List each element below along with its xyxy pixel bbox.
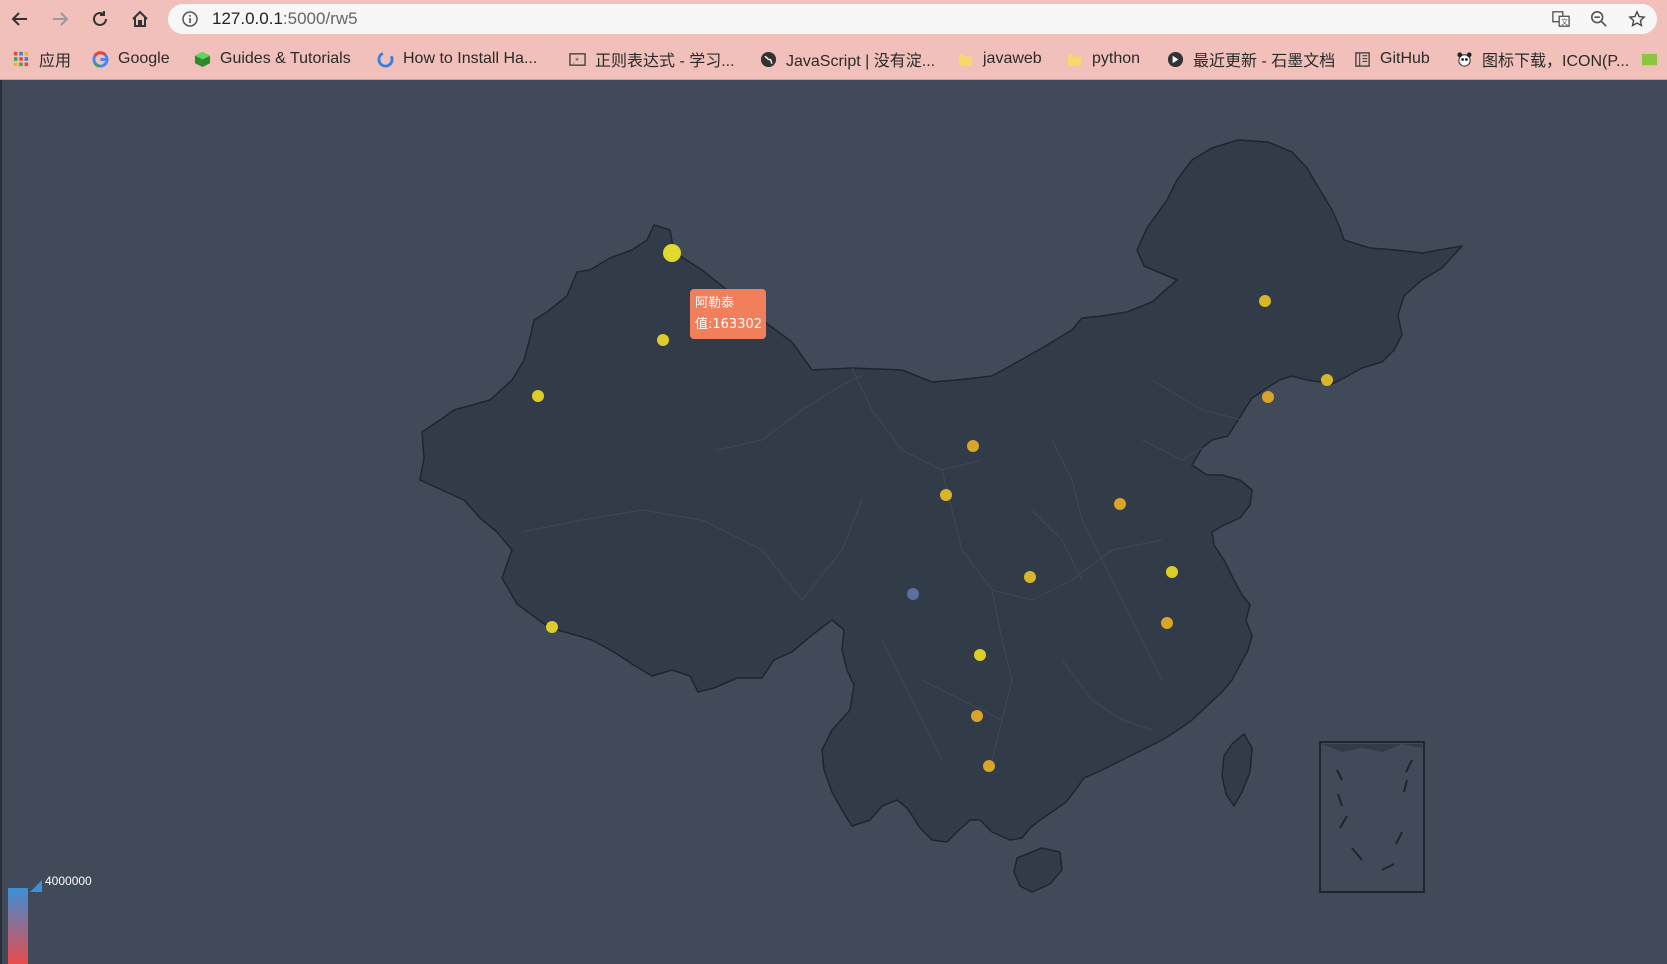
reload-button[interactable] <box>85 4 115 34</box>
taiwan <box>1221 733 1253 807</box>
tooltip-value: 值:163302 <box>695 317 763 332</box>
back-arrow-icon <box>11 12 27 26</box>
folder-icon <box>1065 50 1083 68</box>
bookmark-label: JavaScript | 没有淀... <box>786 53 936 70</box>
map-point[interactable] <box>1262 391 1274 403</box>
map-point[interactable] <box>546 621 558 633</box>
bookmark-install[interactable]: How to Install Ha... <box>376 47 537 71</box>
url-text[interactable]: 127.0.0.1:5000/rw5 <box>212 9 358 29</box>
map-point[interactable] <box>532 390 544 402</box>
south-china-sea-inset <box>1319 741 1425 893</box>
bookmark-overflow[interactable] <box>1640 47 1667 71</box>
bookmark-label: 应用 <box>39 53 72 70</box>
url-path: :5000/rw5 <box>282 9 358 28</box>
bookmark-guides[interactable]: Guides & Tutorials <box>193 47 351 71</box>
map-point[interactable] <box>657 334 669 346</box>
bookmark-regex[interactable]: .* 正则表达式 - 学习... <box>568 47 735 71</box>
map-point[interactable] <box>967 440 979 452</box>
bookmark-label: Google <box>118 50 170 67</box>
visual-map-gradient-bar[interactable] <box>8 888 28 964</box>
forward-button[interactable] <box>45 4 75 34</box>
map-tooltip: 阿勒泰 值:163302 <box>690 289 766 339</box>
translate-icon[interactable]: 文 <box>1551 9 1571 29</box>
panda-icon <box>1455 50 1473 68</box>
shimo-icon <box>1166 50 1184 68</box>
browser-chrome: 127.0.0.1:5000/rw5 文 应用 Google Guides & … <box>0 0 1667 80</box>
map-point[interactable] <box>1161 617 1173 629</box>
map-point[interactable] <box>940 489 952 501</box>
map-point[interactable] <box>1114 498 1126 510</box>
tooltip-name: 阿勒泰 <box>695 296 735 311</box>
bookmark-shimo[interactable]: 最近更新 - 石墨文档 <box>1166 47 1335 71</box>
reload-icon <box>93 11 107 26</box>
home-icon <box>132 10 148 27</box>
map-point[interactable] <box>1024 571 1036 583</box>
bookmark-label: How to Install Ha... <box>403 50 538 67</box>
back-button[interactable] <box>5 4 35 34</box>
bookmark-label: 图标下载，ICON(P... <box>1482 53 1630 70</box>
visual-map-handle-icon[interactable] <box>30 880 42 892</box>
bookmark-github[interactable]: GitHub <box>1353 47 1430 71</box>
bookmark-python[interactable]: python <box>1065 47 1140 71</box>
map-page: 阿勒泰 值:163302 4000000 <box>0 80 1667 964</box>
green-cube-icon <box>193 50 211 68</box>
url-host: 127.0.0.1 <box>212 9 283 28</box>
address-bar[interactable]: 127.0.0.1:5000/rw5 文 <box>168 4 1657 34</box>
bookmark-star-icon[interactable] <box>1627 9 1647 29</box>
map-point[interactable] <box>1166 566 1178 578</box>
hainan <box>1013 847 1063 893</box>
visual-map-max-label: 4000000 <box>45 874 92 888</box>
svg-text:.*: .* <box>572 56 578 65</box>
map-point[interactable] <box>974 649 986 661</box>
navigation-bar: 127.0.0.1:5000/rw5 文 <box>0 0 1667 38</box>
map-point[interactable] <box>1259 295 1271 307</box>
book-icon <box>1353 50 1371 68</box>
info-icon[interactable] <box>182 11 198 27</box>
map-point-aletai[interactable] <box>663 244 681 262</box>
map-point[interactable] <box>1321 374 1333 386</box>
green-square-icon <box>1640 50 1658 68</box>
china-map[interactable] <box>2 80 1667 964</box>
bookmarks-bar: 应用 Google Guides & Tutorials How to Inst… <box>0 42 1667 76</box>
google-icon <box>91 50 109 68</box>
regex-box-icon: .* <box>568 50 586 68</box>
bookmark-icon-download[interactable]: 图标下载，ICON(P... <box>1455 47 1629 71</box>
bookmark-apps[interactable]: 应用 <box>12 47 71 71</box>
apps-grid-icon <box>12 50 30 68</box>
bookmark-javascript[interactable]: JavaScript | 没有淀... <box>759 47 935 71</box>
folder-icon <box>956 50 974 68</box>
bookmark-label: Guides & Tutorials <box>220 50 351 67</box>
bookmark-label: GitHub <box>1380 50 1430 67</box>
china-landmass <box>419 139 1463 843</box>
bookmark-label: 最近更新 - 石墨文档 <box>1193 53 1336 70</box>
svg-text:文: 文 <box>1561 17 1568 26</box>
zoom-icon[interactable] <box>1589 9 1609 29</box>
map-point[interactable] <box>983 760 995 772</box>
bookmark-label: 正则表达式 - 学习... <box>595 53 735 70</box>
bookmark-google[interactable]: Google <box>91 47 170 71</box>
forward-arrow-icon <box>53 12 69 26</box>
map-point[interactable] <box>907 588 919 600</box>
map-point[interactable] <box>971 710 983 722</box>
bookmark-label: javaweb <box>983 50 1042 67</box>
home-button[interactable] <box>125 4 155 34</box>
swirl-icon <box>376 50 394 68</box>
globe-icon <box>759 50 777 68</box>
bookmark-javaweb[interactable]: javaweb <box>956 47 1042 71</box>
bookmark-label: python <box>1092 50 1141 67</box>
